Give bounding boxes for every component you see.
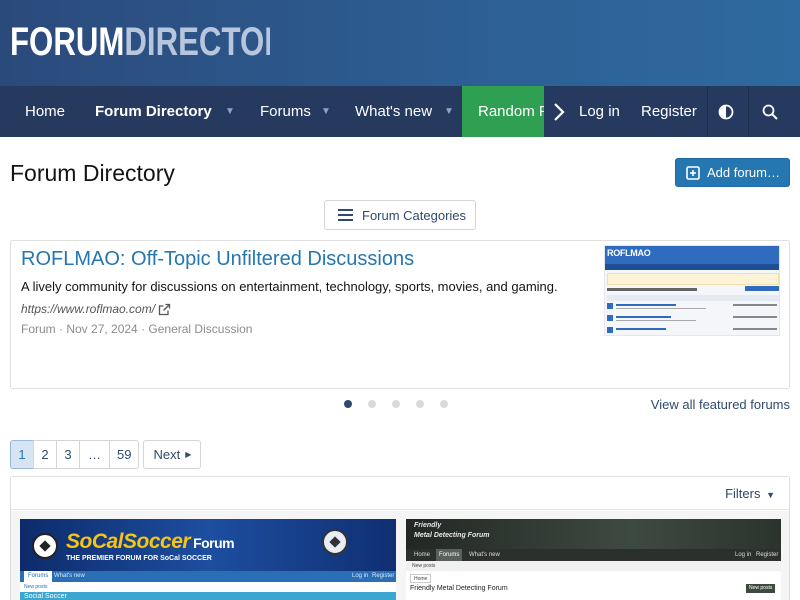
page-1-button[interactable]: 1	[10, 440, 34, 469]
metal-logo-line1: Friendly	[414, 522, 442, 529]
featured-forum-url[interactable]: https://www.roflmao.com/	[21, 302, 171, 316]
page-ellipsis-button[interactable]: …	[79, 440, 110, 469]
forum-categories-button[interactable]: Forum Categories	[324, 200, 476, 230]
metal-register: Register	[756, 552, 779, 558]
metal-tab-forums: Forums	[436, 549, 463, 561]
nav-forums[interactable]: Forums	[260, 86, 311, 137]
forum-list-body: SoCalSoccer Forum THE PREMIER FORUM FOR S…	[11, 511, 789, 600]
featured-forum-meta: Forum · Nov 27, 2024 · General Discussio…	[21, 322, 253, 336]
metal-tab-whats-new: What's new	[469, 552, 500, 558]
metal-crumb: Home	[410, 574, 432, 583]
socal-tagline: THE PREMIER FORUM FOR SoCal SOCCER	[66, 555, 212, 562]
socal-register: Register	[372, 573, 395, 579]
hamburger-icon	[338, 209, 353, 221]
metal-login: Log in	[735, 552, 752, 558]
carousel-dot[interactable]	[416, 400, 424, 408]
featured-forum-date: Nov 27, 2024	[66, 322, 138, 336]
pagination: 1 2 3 … 59 Next ▶	[10, 440, 202, 469]
caret-down-icon: ▼	[766, 490, 775, 500]
nav-divider	[748, 86, 749, 137]
search-icon[interactable]	[750, 86, 790, 137]
forum-card-socal-soccer[interactable]: SoCalSoccer Forum THE PREMIER FORUM FOR S…	[20, 519, 396, 600]
nav-random-label: Random F	[478, 103, 549, 120]
nav-login[interactable]: Log in	[579, 86, 620, 137]
socal-logo-name: SoCalSoccer	[66, 530, 191, 553]
socal-login: Log in	[352, 573, 369, 579]
metal-board: Friendly Metal Detecting Forum	[410, 585, 508, 592]
socal-sub: New posts	[24, 584, 48, 590]
nav-scroll-right-icon[interactable]	[544, 86, 574, 137]
socal-logo-suffix: Forum	[193, 535, 235, 551]
filters-label: Filters	[725, 486, 761, 501]
metal-new-posts-button: New posts	[746, 584, 776, 593]
featured-forum-description: A lively community for discussions on en…	[21, 279, 558, 294]
carousel-dots	[344, 400, 464, 408]
view-all-featured-link[interactable]: View all featured forums	[651, 397, 790, 412]
featured-forum-category[interactable]: General Discussion	[148, 322, 252, 336]
featured-forum-url-text: https://www.roflmao.com/	[21, 302, 156, 316]
featured-forum-card: ROFLMAO: Off-Topic Unfiltered Discussion…	[10, 240, 790, 389]
soccer-ball-icon	[322, 529, 348, 555]
featured-forum-type[interactable]: Forum	[21, 322, 56, 336]
soccer-ball-icon	[32, 533, 58, 559]
caret-right-icon: ▶	[185, 450, 192, 459]
plus-square-icon	[686, 165, 700, 180]
featured-forum-title[interactable]: ROFLMAO: Off-Topic Unfiltered Discussion…	[21, 248, 414, 271]
nav-home[interactable]: Home	[25, 86, 65, 137]
nav-forum-directory[interactable]: Forum Directory	[95, 86, 212, 137]
forum-categories-label: Forum Categories	[362, 207, 467, 223]
page-3-button[interactable]: 3	[56, 440, 80, 469]
nav-whats-new[interactable]: What's new	[355, 86, 432, 137]
carousel-dot[interactable]	[344, 400, 352, 408]
forum-card-metal-detecting[interactable]: Friendly Metal Detecting Forum Home Foru…	[406, 519, 781, 600]
carousel-dot[interactable]	[440, 400, 448, 408]
logo-part-directory: DIRECTORY	[124, 20, 270, 64]
metal-sub: New posts	[412, 563, 436, 569]
external-link-icon	[158, 303, 171, 315]
theme-toggle-icon[interactable]	[706, 86, 746, 137]
page-59-button[interactable]: 59	[109, 440, 140, 469]
socal-tab-whats-new: What's new	[54, 573, 85, 579]
logo-part-forum: FORUM	[10, 20, 125, 64]
filters-button[interactable]: Filters ▼	[725, 486, 775, 501]
metal-tab-home: Home	[414, 552, 431, 558]
nav-forum-directory-caret-icon[interactable]: ▼	[225, 86, 235, 137]
add-forum-label: Add forum…	[707, 165, 780, 180]
carousel-dot[interactable]	[368, 400, 376, 408]
carousel-dot[interactable]	[392, 400, 400, 408]
socal-tab-forums: Forums	[24, 571, 53, 582]
site-logo[interactable]: FORUMDIRECTORY	[10, 18, 270, 66]
forum-list: Filters ▼ SoCalSoccer Forum THE PREMIER F…	[10, 476, 790, 600]
next-page-label: Next	[153, 447, 181, 462]
forum-list-header: Filters ▼	[11, 477, 789, 510]
nav-register[interactable]: Register	[641, 86, 697, 137]
socal-board: Social Soccer	[24, 593, 67, 600]
next-page-button[interactable]: Next ▶	[143, 440, 202, 469]
featured-forum-thumbnail[interactable]: ROFLMAO	[604, 245, 780, 336]
page-title: Forum Directory	[10, 160, 175, 186]
nav-forums-caret-icon[interactable]: ▼	[321, 86, 331, 137]
thumb-logo: ROFLMAO	[607, 248, 651, 258]
metal-logo-line2: Metal Detecting Forum	[414, 532, 490, 539]
page-2-button[interactable]: 2	[33, 440, 57, 469]
site-header: FORUMDIRECTORY	[0, 0, 800, 86]
nav-whats-new-caret-icon[interactable]: ▼	[444, 86, 454, 137]
add-forum-button[interactable]: Add forum…	[675, 158, 790, 187]
main-nav: Home Forum Directory ▼ Forums ▼ What's n…	[0, 86, 800, 137]
